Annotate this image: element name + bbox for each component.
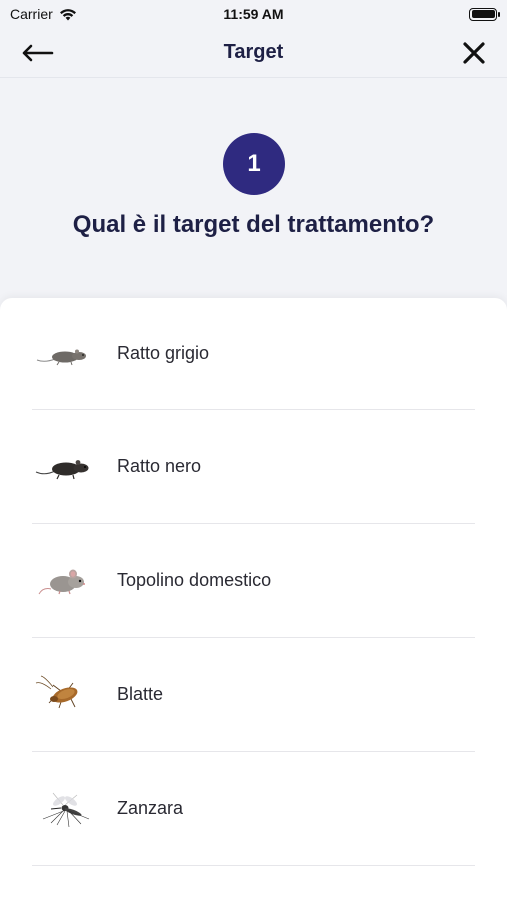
target-option-label: Blatte [117, 684, 164, 704]
status-bar: Carrier 11:59 AM [0, 0, 507, 28]
close-button[interactable] [459, 38, 489, 68]
grey-rat-icon [32, 334, 94, 374]
carrier-label: Carrier [10, 6, 53, 22]
target-option-label: Ratto grigio [117, 343, 210, 363]
target-option-label: Ratto nero [117, 456, 202, 476]
target-option-label: Topolino domestico [117, 570, 272, 590]
step-header: 1 Qual è il target del trattamento? [0, 78, 507, 298]
target-option-label: Zanzara [117, 798, 184, 818]
navigation-bar: Target [0, 28, 507, 78]
battery-icon [469, 7, 500, 21]
target-option-ratto-nero[interactable]: Ratto nero [32, 410, 475, 524]
target-option-zanzara[interactable]: Zanzara [32, 752, 475, 866]
close-icon [463, 42, 485, 64]
wifi-icon [59, 8, 76, 20]
target-option-topolino-domestico[interactable]: Topolino domestico [32, 524, 475, 638]
cockroach-icon [32, 675, 94, 715]
page-title: Target [223, 41, 284, 63]
target-option-blatte[interactable]: Blatte [32, 638, 475, 752]
back-button[interactable] [20, 38, 56, 68]
house-mouse-icon [32, 561, 94, 601]
black-rat-icon [32, 447, 94, 487]
mosquito-icon [32, 789, 94, 829]
target-option-ratto-grigio[interactable]: Ratto grigio [32, 298, 475, 410]
arrow-left-icon [22, 44, 54, 62]
step-question: Qual è il target del trattamento? [72, 211, 435, 238]
step-number-badge: 1 [223, 133, 285, 195]
target-list: Ratto grigio Ratto nero Topolino domesti… [0, 298, 507, 900]
